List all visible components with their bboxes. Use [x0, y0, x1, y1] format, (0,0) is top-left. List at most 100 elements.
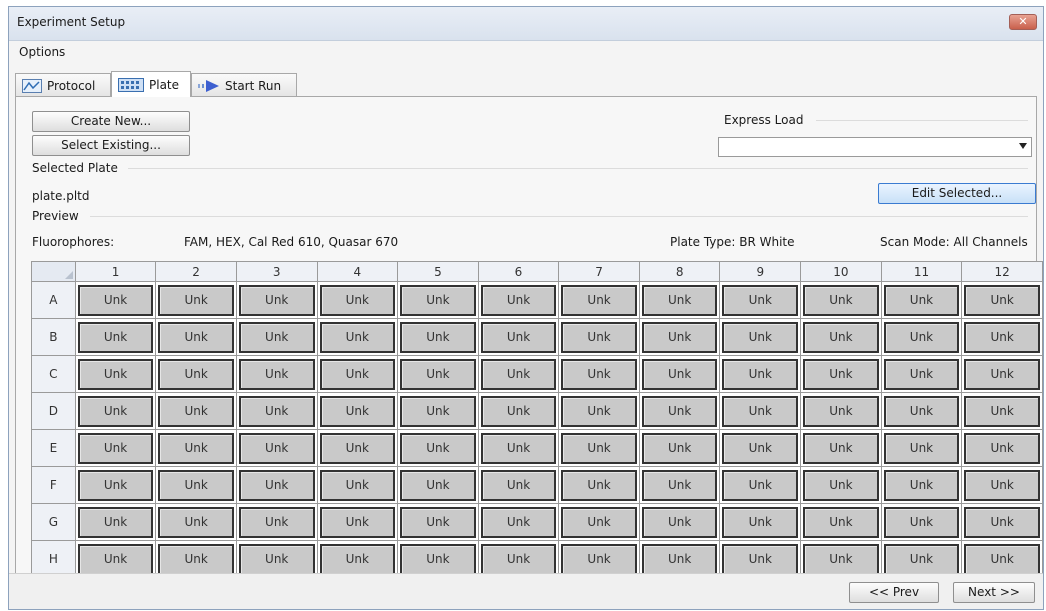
well[interactable]: Unk: [641, 321, 718, 353]
well[interactable]: Unk: [238, 543, 315, 575]
well[interactable]: Unk: [400, 506, 476, 538]
well[interactable]: Unk: [480, 506, 557, 538]
well[interactable]: Unk: [641, 284, 718, 316]
column-header[interactable]: 3: [235, 261, 318, 282]
select-all-corner[interactable]: [31, 261, 76, 282]
well[interactable]: Unk: [480, 543, 557, 575]
tab-plate[interactable]: Plate: [111, 71, 191, 97]
well[interactable]: Unk: [238, 432, 315, 464]
well[interactable]: Unk: [319, 469, 396, 501]
well[interactable]: Unk: [722, 432, 799, 464]
well[interactable]: Unk: [964, 284, 1040, 316]
well[interactable]: Unk: [400, 358, 476, 390]
well[interactable]: Unk: [238, 395, 315, 427]
well[interactable]: Unk: [400, 395, 476, 427]
well[interactable]: Unk: [803, 543, 879, 575]
column-header[interactable]: 5: [397, 261, 479, 282]
well[interactable]: Unk: [400, 284, 476, 316]
well[interactable]: Unk: [480, 395, 557, 427]
well[interactable]: Unk: [158, 543, 234, 575]
create-new-button[interactable]: Create New...: [32, 111, 190, 132]
well[interactable]: Unk: [77, 284, 154, 316]
well[interactable]: Unk: [77, 469, 154, 501]
express-load-dropdown[interactable]: [718, 137, 1032, 157]
well[interactable]: Unk: [77, 395, 154, 427]
well[interactable]: Unk: [561, 321, 637, 353]
well[interactable]: Unk: [803, 469, 879, 501]
row-header[interactable]: B: [31, 318, 76, 356]
well[interactable]: Unk: [319, 358, 396, 390]
column-header[interactable]: 9: [719, 261, 802, 282]
well[interactable]: Unk: [319, 321, 396, 353]
prev-button[interactable]: << Prev: [849, 582, 939, 603]
well[interactable]: Unk: [480, 321, 557, 353]
well[interactable]: Unk: [641, 432, 718, 464]
well[interactable]: Unk: [641, 506, 718, 538]
well[interactable]: Unk: [964, 506, 1040, 538]
column-header[interactable]: 4: [316, 261, 399, 282]
well[interactable]: Unk: [964, 543, 1040, 575]
well[interactable]: Unk: [803, 321, 879, 353]
row-header[interactable]: D: [31, 392, 76, 430]
well[interactable]: Unk: [803, 284, 879, 316]
well[interactable]: Unk: [158, 284, 234, 316]
well[interactable]: Unk: [319, 432, 396, 464]
well[interactable]: Unk: [722, 469, 799, 501]
column-header[interactable]: 6: [477, 261, 560, 282]
well[interactable]: Unk: [158, 395, 234, 427]
well[interactable]: Unk: [400, 469, 476, 501]
well[interactable]: Unk: [77, 506, 154, 538]
column-header[interactable]: 8: [638, 261, 721, 282]
column-header[interactable]: 12: [961, 261, 1043, 282]
well[interactable]: Unk: [883, 358, 960, 390]
well[interactable]: Unk: [319, 506, 396, 538]
well[interactable]: Unk: [77, 358, 154, 390]
well[interactable]: Unk: [158, 506, 234, 538]
well[interactable]: Unk: [238, 284, 315, 316]
well[interactable]: Unk: [883, 432, 960, 464]
tab-protocol[interactable]: Protocol: [15, 73, 111, 97]
well[interactable]: Unk: [803, 506, 879, 538]
well[interactable]: Unk: [964, 395, 1040, 427]
well[interactable]: Unk: [158, 358, 234, 390]
menu-options[interactable]: Options: [19, 45, 65, 59]
column-header[interactable]: 11: [880, 261, 963, 282]
next-button[interactable]: Next >>: [953, 582, 1035, 603]
well[interactable]: Unk: [561, 543, 637, 575]
tab-start-run[interactable]: Start Run: [191, 73, 297, 97]
well[interactable]: Unk: [400, 321, 476, 353]
well[interactable]: Unk: [964, 432, 1040, 464]
well[interactable]: Unk: [883, 395, 960, 427]
well[interactable]: Unk: [722, 543, 799, 575]
well[interactable]: Unk: [803, 432, 879, 464]
well[interactable]: Unk: [964, 321, 1040, 353]
well[interactable]: Unk: [803, 395, 879, 427]
well[interactable]: Unk: [480, 358, 557, 390]
edit-selected-button[interactable]: Edit Selected...: [878, 183, 1036, 204]
well[interactable]: Unk: [561, 358, 637, 390]
well[interactable]: Unk: [480, 432, 557, 464]
well[interactable]: Unk: [722, 506, 799, 538]
well[interactable]: Unk: [883, 321, 960, 353]
select-existing-button[interactable]: Select Existing...: [32, 135, 190, 156]
well[interactable]: Unk: [641, 469, 718, 501]
column-header[interactable]: 1: [74, 261, 157, 282]
well[interactable]: Unk: [238, 506, 315, 538]
row-header[interactable]: F: [31, 466, 76, 504]
well[interactable]: Unk: [238, 358, 315, 390]
well[interactable]: Unk: [722, 358, 799, 390]
well[interactable]: Unk: [158, 321, 234, 353]
well[interactable]: Unk: [561, 469, 637, 501]
column-header[interactable]: 10: [800, 261, 882, 282]
well[interactable]: Unk: [319, 395, 396, 427]
well[interactable]: Unk: [561, 284, 637, 316]
well[interactable]: Unk: [722, 284, 799, 316]
well[interactable]: Unk: [77, 321, 154, 353]
well[interactable]: Unk: [319, 284, 396, 316]
well[interactable]: Unk: [480, 469, 557, 501]
well[interactable]: Unk: [803, 358, 879, 390]
well[interactable]: Unk: [883, 469, 960, 501]
well[interactable]: Unk: [964, 358, 1040, 390]
well[interactable]: Unk: [561, 395, 637, 427]
well[interactable]: Unk: [964, 469, 1040, 501]
